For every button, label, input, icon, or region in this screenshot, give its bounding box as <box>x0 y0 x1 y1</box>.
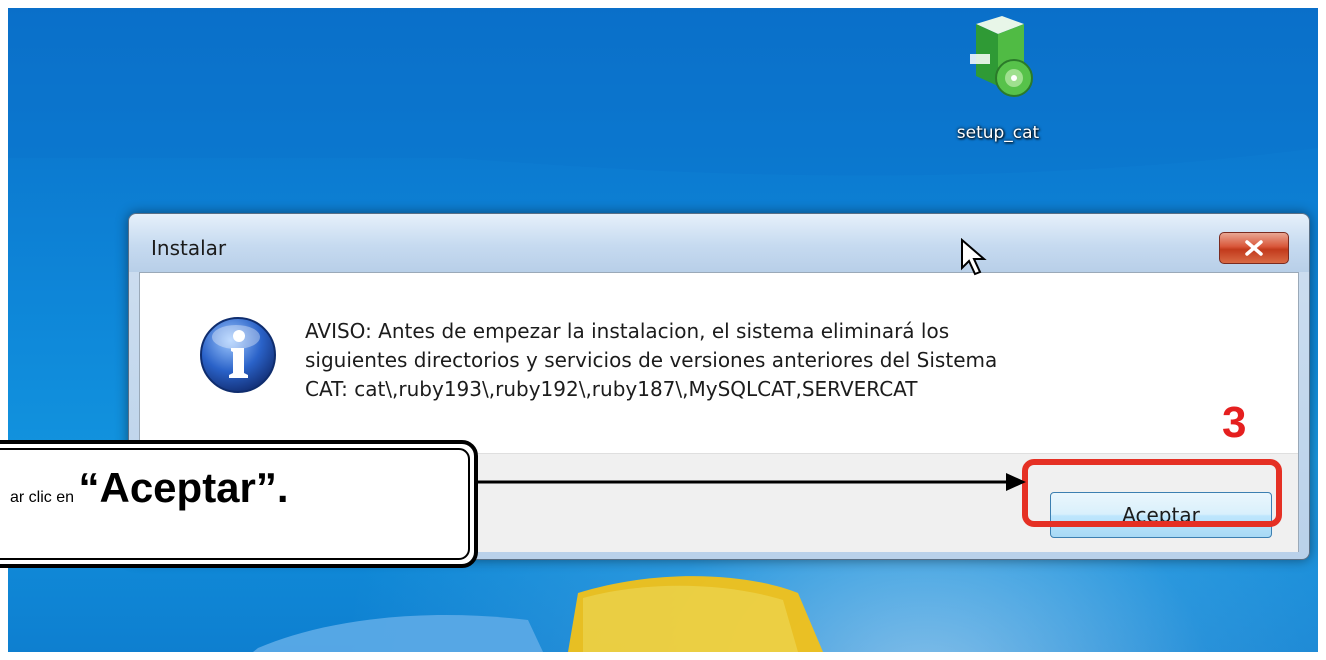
desktop-icon-label: setup_cat <box>956 123 1040 143</box>
close-button[interactable] <box>1219 232 1289 264</box>
dialog-titlebar[interactable]: Instalar <box>129 214 1309 272</box>
dialog-title: Instalar <box>151 236 227 260</box>
highlight-box <box>1022 459 1282 527</box>
message-line: AVISO: Antes de empezar la instalacion, … <box>305 319 950 343</box>
instruction-prefix: ar clic en <box>10 489 75 506</box>
message-line: CAT: cat\,ruby193\,ruby192\,ruby187\,MyS… <box>305 377 918 401</box>
close-icon <box>1245 240 1263 256</box>
instruction-text: ar clic en “Aceptar”. <box>10 464 289 512</box>
instruction-emphasis: “Aceptar”. <box>78 464 289 511</box>
installer-package-icon <box>970 16 1033 97</box>
mouse-pointer-icon <box>961 238 987 276</box>
information-icon <box>200 317 276 393</box>
dialog-message: AVISO: Antes de empezar la instalacion, … <box>305 317 1205 404</box>
instruction-callout: ar clic en “Aceptar”. <box>0 440 478 568</box>
arrow-right-icon <box>470 473 1026 491</box>
desktop-icon-setup-cat[interactable]: setup_cat <box>938 8 1058 158</box>
message-line: siguientes directorios y servicios de ve… <box>305 348 998 372</box>
step-number: 3 <box>1222 398 1247 447</box>
